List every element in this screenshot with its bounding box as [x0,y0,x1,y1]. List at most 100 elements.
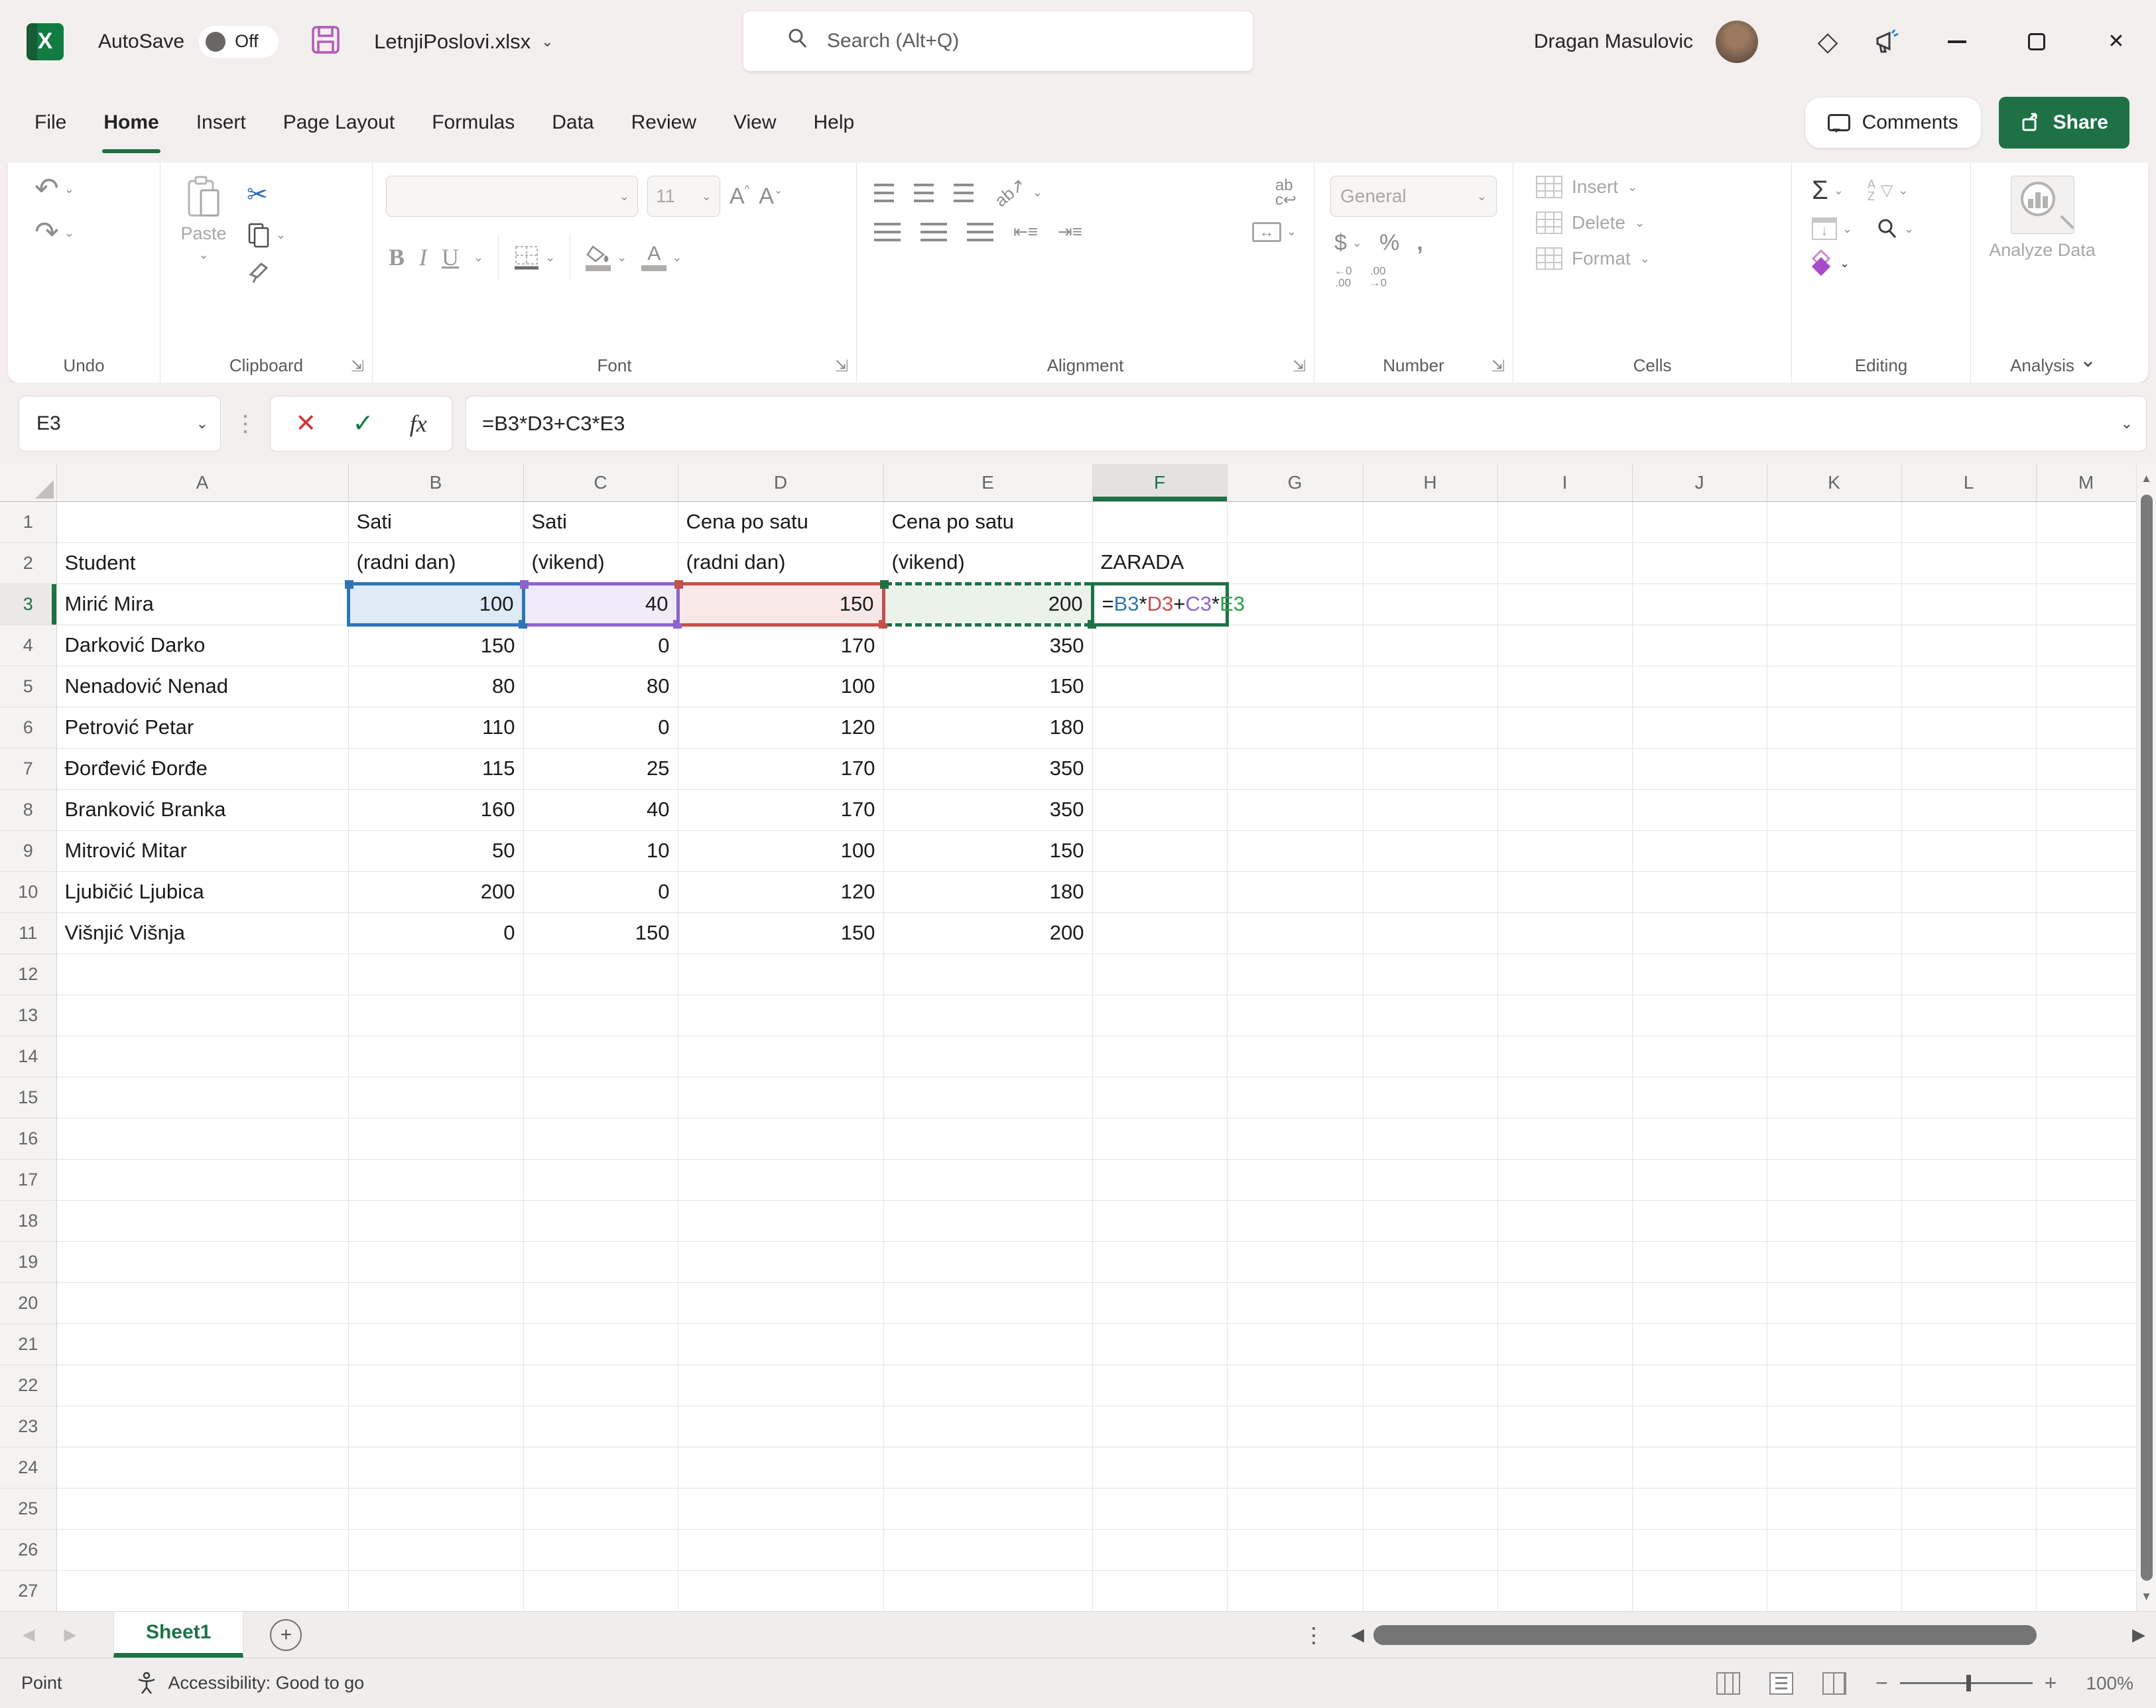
cell-D1[interactable]: Cena po satu [678,501,883,542]
cell-I25[interactable] [1497,1488,1632,1529]
sheet-tab-sheet1[interactable]: Sheet1 [113,1612,243,1658]
tab-data[interactable]: Data [533,83,612,162]
col-header-J[interactable]: J [1632,464,1767,501]
cell-F13[interactable] [1092,995,1227,1036]
cell-D27[interactable] [678,1570,883,1611]
cell-F4[interactable] [1092,625,1227,666]
cell-K5[interactable] [1767,666,1901,707]
cell-K9[interactable] [1767,830,1901,871]
cell-C24[interactable] [523,1447,678,1488]
find-select-button[interactable]: ⌄ [1876,217,1914,240]
cell-J12[interactable] [1632,953,1767,995]
cell-A14[interactable] [56,1036,348,1077]
col-header-G[interactable]: G [1227,464,1363,501]
normal-view-icon[interactable] [1716,1672,1740,1695]
underline-button[interactable]: U [442,243,459,271]
cell-A3[interactable]: Mirić Mira [56,583,348,625]
italic-button[interactable]: I [419,243,427,271]
row-header-12[interactable]: 12 [0,953,56,995]
cell-J1[interactable] [1632,501,1767,542]
cell-J26[interactable] [1632,1529,1767,1570]
zoom-in-button[interactable]: + [2045,1671,2057,1695]
tab-help[interactable]: Help [794,83,873,162]
sort-filter-button[interactable]: AZ▽⌄ [1868,179,1909,202]
cell-H17[interactable] [1363,1159,1497,1200]
fill-button[interactable]: ↓⌄ [1812,217,1852,240]
cell-I26[interactable] [1497,1529,1632,1570]
maximize-button[interactable] [1997,0,2076,83]
minimize-button[interactable] [1917,0,1997,83]
cell-H14[interactable] [1363,1036,1497,1077]
col-header-F[interactable]: F [1092,464,1227,501]
cell-A4[interactable]: Darković Darko [56,625,348,666]
row-header-24[interactable]: 24 [0,1447,56,1488]
cell-M15[interactable] [2036,1077,2136,1118]
cell-B22[interactable] [348,1365,523,1406]
cell-H16[interactable] [1363,1118,1497,1159]
tab-review[interactable]: Review [613,83,715,162]
cell-A2[interactable]: Student [56,542,348,583]
cell-C16[interactable] [523,1118,678,1159]
cell-B27[interactable] [348,1570,523,1611]
cell-J21[interactable] [1632,1323,1767,1365]
cell-J10[interactable] [1632,871,1767,912]
cell-B13[interactable] [348,995,523,1036]
cell-A27[interactable] [56,1570,348,1611]
cell-L1[interactable] [1901,501,2036,542]
cell-F12[interactable] [1092,953,1227,995]
cell-H6[interactable] [1363,707,1497,748]
cell-A19[interactable] [56,1241,348,1282]
cell-G25[interactable] [1227,1488,1363,1529]
hscroll-left-icon[interactable]: ◀ [1351,1624,1364,1645]
cell-I9[interactable] [1497,830,1632,871]
cell-G10[interactable] [1227,871,1363,912]
document-title[interactable]: LetnjiPoslovi.xlsx ⌄ [374,30,553,54]
cell-H5[interactable] [1363,666,1497,707]
cell-D10[interactable]: 120 [678,871,883,912]
cell-H15[interactable] [1363,1077,1497,1118]
cell-H22[interactable] [1363,1365,1497,1406]
cell-I3[interactable] [1497,583,1632,625]
font-color-button[interactable]: A ⌄ [641,244,682,271]
cell-C19[interactable] [523,1241,678,1282]
cell-L7[interactable] [1901,748,2036,789]
row-header-6[interactable]: 6 [0,707,56,748]
cell-H8[interactable] [1363,789,1497,830]
cell-F25[interactable] [1092,1488,1227,1529]
cell-H23[interactable] [1363,1406,1497,1447]
cell-K26[interactable] [1767,1529,1901,1570]
cell-M23[interactable] [2036,1406,2136,1447]
format-painter-button[interactable] [247,260,286,287]
cell-A9[interactable]: Mitrović Mitar [56,830,348,871]
cell-D16[interactable] [678,1118,883,1159]
cell-I17[interactable] [1497,1159,1632,1200]
cell-A25[interactable] [56,1488,348,1529]
cell-B26[interactable] [348,1529,523,1570]
cell-A16[interactable] [56,1118,348,1159]
premium-diamond-icon[interactable]: ◇ [1798,12,1858,72]
cell-A22[interactable] [56,1365,348,1406]
cell-E24[interactable] [883,1447,1092,1488]
cell-I15[interactable] [1497,1077,1632,1118]
cell-F19[interactable] [1092,1241,1227,1282]
cell-K10[interactable] [1767,871,1901,912]
cell-F15[interactable] [1092,1077,1227,1118]
cell-M27[interactable] [2036,1570,2136,1611]
cell-F10[interactable] [1092,871,1227,912]
row-header-26[interactable]: 26 [0,1529,56,1570]
cell-G16[interactable] [1227,1118,1363,1159]
cell-H4[interactable] [1363,625,1497,666]
cell-I23[interactable] [1497,1406,1632,1447]
cell-B17[interactable] [348,1159,523,1200]
cell-J9[interactable] [1632,830,1767,871]
horizontal-scroll-thumb[interactable] [1373,1625,2037,1645]
formula-bar-handle[interactable]: ⋮ [234,410,257,437]
cell-B4[interactable]: 150 [348,625,523,666]
fill-color-button[interactable]: ⌄ [585,244,627,271]
cell-I8[interactable] [1497,789,1632,830]
excel-app-icon[interactable]: X [27,23,64,60]
tab-page-layout[interactable]: Page Layout [265,83,413,162]
cell-J17[interactable] [1632,1159,1767,1200]
cell-E18[interactable] [883,1200,1092,1241]
cell-E25[interactable] [883,1488,1092,1529]
